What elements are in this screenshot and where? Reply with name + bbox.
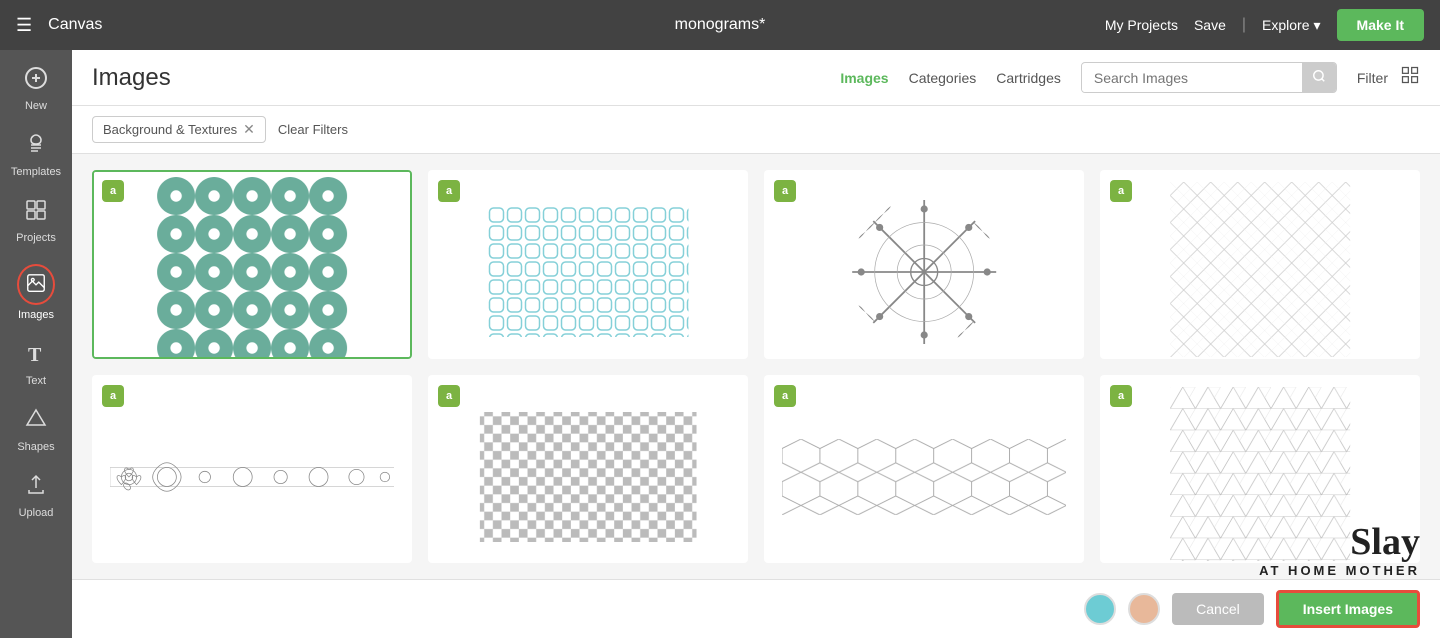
filter-bar: Background & Textures ✕ Clear Filters: [72, 106, 1440, 154]
insert-images-button[interactable]: Insert Images: [1276, 590, 1420, 628]
projects-icon: [24, 198, 48, 228]
grid-view-icon[interactable]: [1400, 65, 1420, 91]
sidebar-item-upload[interactable]: Upload: [2, 465, 70, 527]
page-title: Images: [92, 64, 171, 92]
active-filter-tag: Background & Textures ✕: [92, 116, 266, 143]
explore-dropdown[interactable]: Explore ▾: [1262, 17, 1321, 34]
svg-text:T: T: [28, 344, 42, 365]
image-preview-2: [430, 172, 746, 359]
chevron-down-icon: ▾: [1314, 17, 1321, 34]
menu-icon[interactable]: ☰: [16, 15, 32, 36]
sidebar-label-templates: Templates: [11, 166, 61, 178]
image-preview-8: [1102, 377, 1418, 564]
search-box: [1081, 62, 1337, 93]
content-header: Images Images Categories Cartridges Filt…: [72, 50, 1440, 106]
image-card-1[interactable]: a: [92, 170, 412, 359]
save-link[interactable]: Save: [1194, 17, 1226, 33]
clear-filters-link[interactable]: Clear Filters: [278, 122, 348, 137]
cancel-button[interactable]: Cancel: [1172, 593, 1264, 625]
sidebar-label-text: Text: [26, 375, 46, 387]
image-preview-3: [766, 172, 1082, 359]
image-preview-1: [94, 172, 410, 359]
image-preview-7: [766, 377, 1082, 564]
sidebar-item-text[interactable]: T Text: [2, 333, 70, 395]
sidebar-item-shapes[interactable]: Shapes: [2, 399, 70, 461]
sidebar-item-images[interactable]: Images: [2, 256, 70, 329]
image-grid: a: [72, 154, 1440, 579]
bottom-bar: Cancel Insert Images: [72, 579, 1440, 638]
make-it-button[interactable]: Make It: [1337, 9, 1424, 41]
badge-8: a: [1110, 385, 1132, 407]
main-layout: New Templates Pr: [0, 50, 1440, 638]
search-input[interactable]: [1082, 64, 1302, 92]
sidebar-label-images: Images: [18, 309, 54, 321]
header-divider: |: [1242, 16, 1246, 34]
sidebar-label-upload: Upload: [19, 507, 54, 519]
image-card-6[interactable]: a Gr: [428, 375, 748, 564]
image-card-2[interactable]: a Granted ⓘ: [428, 170, 748, 359]
tab-cartridges[interactable]: Cartridges: [996, 66, 1061, 90]
plus-icon: [24, 66, 48, 96]
content-area: Images Images Categories Cartridges Filt…: [72, 50, 1440, 638]
sidebar-label-projects: Projects: [16, 232, 56, 244]
image-preview-6: [430, 377, 746, 564]
filter-tag-close[interactable]: ✕: [243, 121, 255, 138]
color-swatch-2[interactable]: [1128, 593, 1160, 625]
sidebar-item-templates[interactable]: Templates: [2, 124, 70, 186]
badge-1: a: [102, 180, 124, 202]
tab-images[interactable]: Images: [840, 66, 888, 90]
content-nav: Images Categories Cartridges Filter: [840, 62, 1420, 93]
text-icon: T: [24, 341, 48, 371]
image-preview-5: [94, 377, 410, 564]
search-button[interactable]: [1302, 63, 1336, 92]
sidebar: New Templates Pr: [0, 50, 72, 638]
filter-tag-label: Background & Textures: [103, 122, 237, 137]
badge-5: a: [102, 385, 124, 407]
filter-area: Filter: [1357, 65, 1420, 91]
sidebar-label-shapes: Shapes: [17, 441, 54, 453]
my-projects-link[interactable]: My Projects: [1105, 17, 1178, 33]
templates-icon: [24, 132, 48, 162]
canvas-title: Canvas: [48, 16, 102, 34]
image-card-8[interactable]: a Granted ⓘ: [1100, 375, 1420, 564]
images-icon-wrap: [17, 264, 55, 305]
filter-label[interactable]: Filter: [1357, 70, 1388, 86]
badge-2: a: [438, 180, 460, 202]
badge-6: a: [438, 385, 460, 407]
upload-icon: [24, 473, 48, 503]
image-card-7[interactable]: a Granted ⓘ: [764, 375, 1084, 564]
image-card-3[interactable]: a: [764, 170, 1084, 359]
sidebar-item-new[interactable]: New: [2, 58, 70, 120]
image-preview-4: [1102, 172, 1418, 359]
sidebar-item-projects[interactable]: Projects: [2, 190, 70, 252]
header-right: My Projects Save | Explore ▾ Make It: [1105, 9, 1424, 41]
color-swatch-1[interactable]: [1084, 593, 1116, 625]
app-header: ☰ Canvas monograms* My Projects Save | E…: [0, 0, 1440, 50]
image-card-4[interactable]: a Grante: [1100, 170, 1420, 359]
project-name: monograms*: [675, 16, 766, 34]
shapes-icon: [24, 407, 48, 437]
tab-categories[interactable]: Categories: [909, 66, 977, 90]
badge-4: a: [1110, 180, 1132, 202]
sidebar-label-new: New: [25, 100, 47, 112]
badge-7: a: [774, 385, 796, 407]
badge-3: a: [774, 180, 796, 202]
image-card-5[interactable]: a: [92, 375, 412, 564]
